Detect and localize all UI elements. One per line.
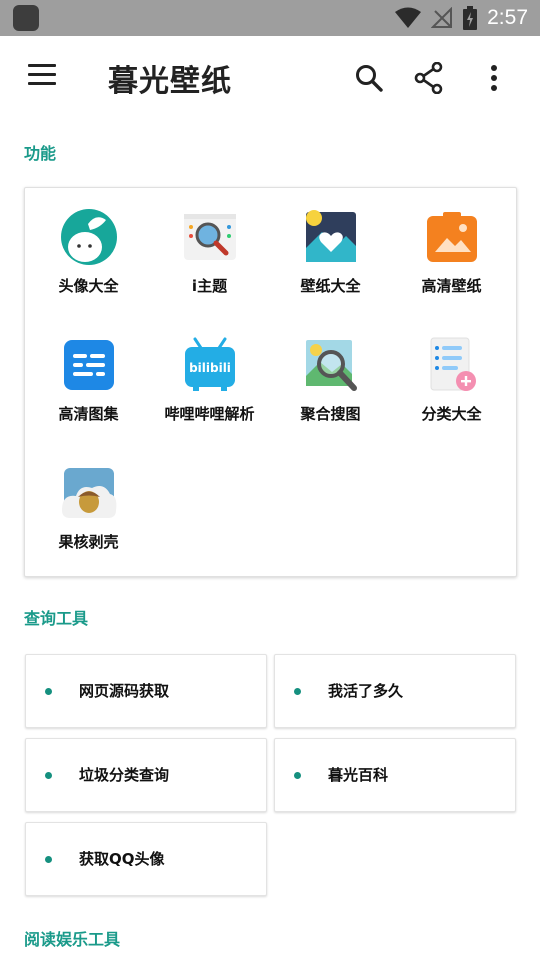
image-search-icon <box>305 340 357 391</box>
hd-album-icon <box>63 340 114 390</box>
tool-label: 获取QQ头像 <box>79 850 165 868</box>
tool-encyclopedia[interactable]: 暮光百科 <box>274 738 516 812</box>
tool-label: 网页源码获取 <box>79 682 170 700</box>
status-time: 2:57 <box>487 6 528 29</box>
tool-label: 暮光百科 <box>328 766 389 784</box>
category-icon <box>430 337 476 391</box>
feature-label: 分类大全 <box>421 405 482 423</box>
feature-bilibili[interactable]: bilibili 哔哩哔哩解析 <box>149 336 270 424</box>
bullet-dot <box>294 772 301 779</box>
feature-hd-wallpaper[interactable]: 高清壁纸 <box>391 208 512 296</box>
feature-label: 壁纸大全 <box>300 277 361 295</box>
bilibili-icon: bilibili <box>184 337 235 391</box>
feature-acorn[interactable]: 果核剥壳 <box>28 464 149 552</box>
feature-image-search[interactable]: 聚合搜图 <box>270 336 391 424</box>
tool-life-duration[interactable]: 我活了多久 <box>274 654 516 728</box>
feature-label: 高清壁纸 <box>421 277 482 295</box>
battery-icon <box>463 6 478 30</box>
tool-label: 我活了多久 <box>328 682 404 700</box>
feature-itheme[interactable]: i主题 <box>149 208 270 296</box>
feature-label: 头像大全 <box>58 277 119 295</box>
feature-avatar[interactable]: 头像大全 <box>28 208 149 296</box>
app-title: 暮光壁纸 <box>108 64 232 99</box>
avatar-icon <box>60 209 117 265</box>
hd-wallpaper-icon <box>426 212 477 262</box>
section-title-query-tools: 查询工具 <box>24 609 89 628</box>
itheme-icon <box>183 214 236 260</box>
feature-wallpaper[interactable]: 壁纸大全 <box>270 208 391 296</box>
app-bar: 暮光壁纸 <box>0 36 540 120</box>
section-title-features: 功能 <box>24 144 57 163</box>
features-card: 头像大全 i主题 壁纸大全 高清壁纸 高清图集 bilibili 哔哩哔哩解析 … <box>24 187 517 577</box>
menu-icon[interactable] <box>28 64 62 92</box>
feature-label: 高清图集 <box>58 405 119 423</box>
tool-qq-avatar[interactable]: 获取QQ头像 <box>25 822 267 896</box>
feature-label: i主题 <box>191 277 228 295</box>
share-icon[interactable] <box>411 60 447 96</box>
bullet-dot <box>45 856 52 863</box>
feature-category[interactable]: 分类大全 <box>391 336 512 424</box>
wifi-icon <box>395 7 422 28</box>
bullet-dot <box>45 688 52 695</box>
feature-label: 聚合搜图 <box>300 405 361 423</box>
feature-hd-album[interactable]: 高清图集 <box>28 336 149 424</box>
no-signal-icon <box>431 7 453 28</box>
feature-label: 果核剥壳 <box>58 533 119 551</box>
tool-label: 垃圾分类查询 <box>79 766 170 784</box>
acorn-icon <box>61 468 116 518</box>
svg-text:bilibili: bilibili <box>189 361 231 375</box>
status-bar: 2:57 <box>0 0 540 36</box>
bullet-dot <box>294 688 301 695</box>
feature-label: 哔哩哔哩解析 <box>164 405 255 423</box>
section-title-reading-tools: 阅读娱乐工具 <box>24 930 121 949</box>
tool-garbage-sort[interactable]: 垃圾分类查询 <box>25 738 267 812</box>
tool-web-source[interactable]: 网页源码获取 <box>25 654 267 728</box>
more-options-icon[interactable] <box>476 60 512 96</box>
bullet-dot <box>45 772 52 779</box>
search-icon[interactable] <box>351 60 387 96</box>
wallpaper-icon <box>305 210 356 262</box>
notification-app-icon <box>13 5 39 31</box>
